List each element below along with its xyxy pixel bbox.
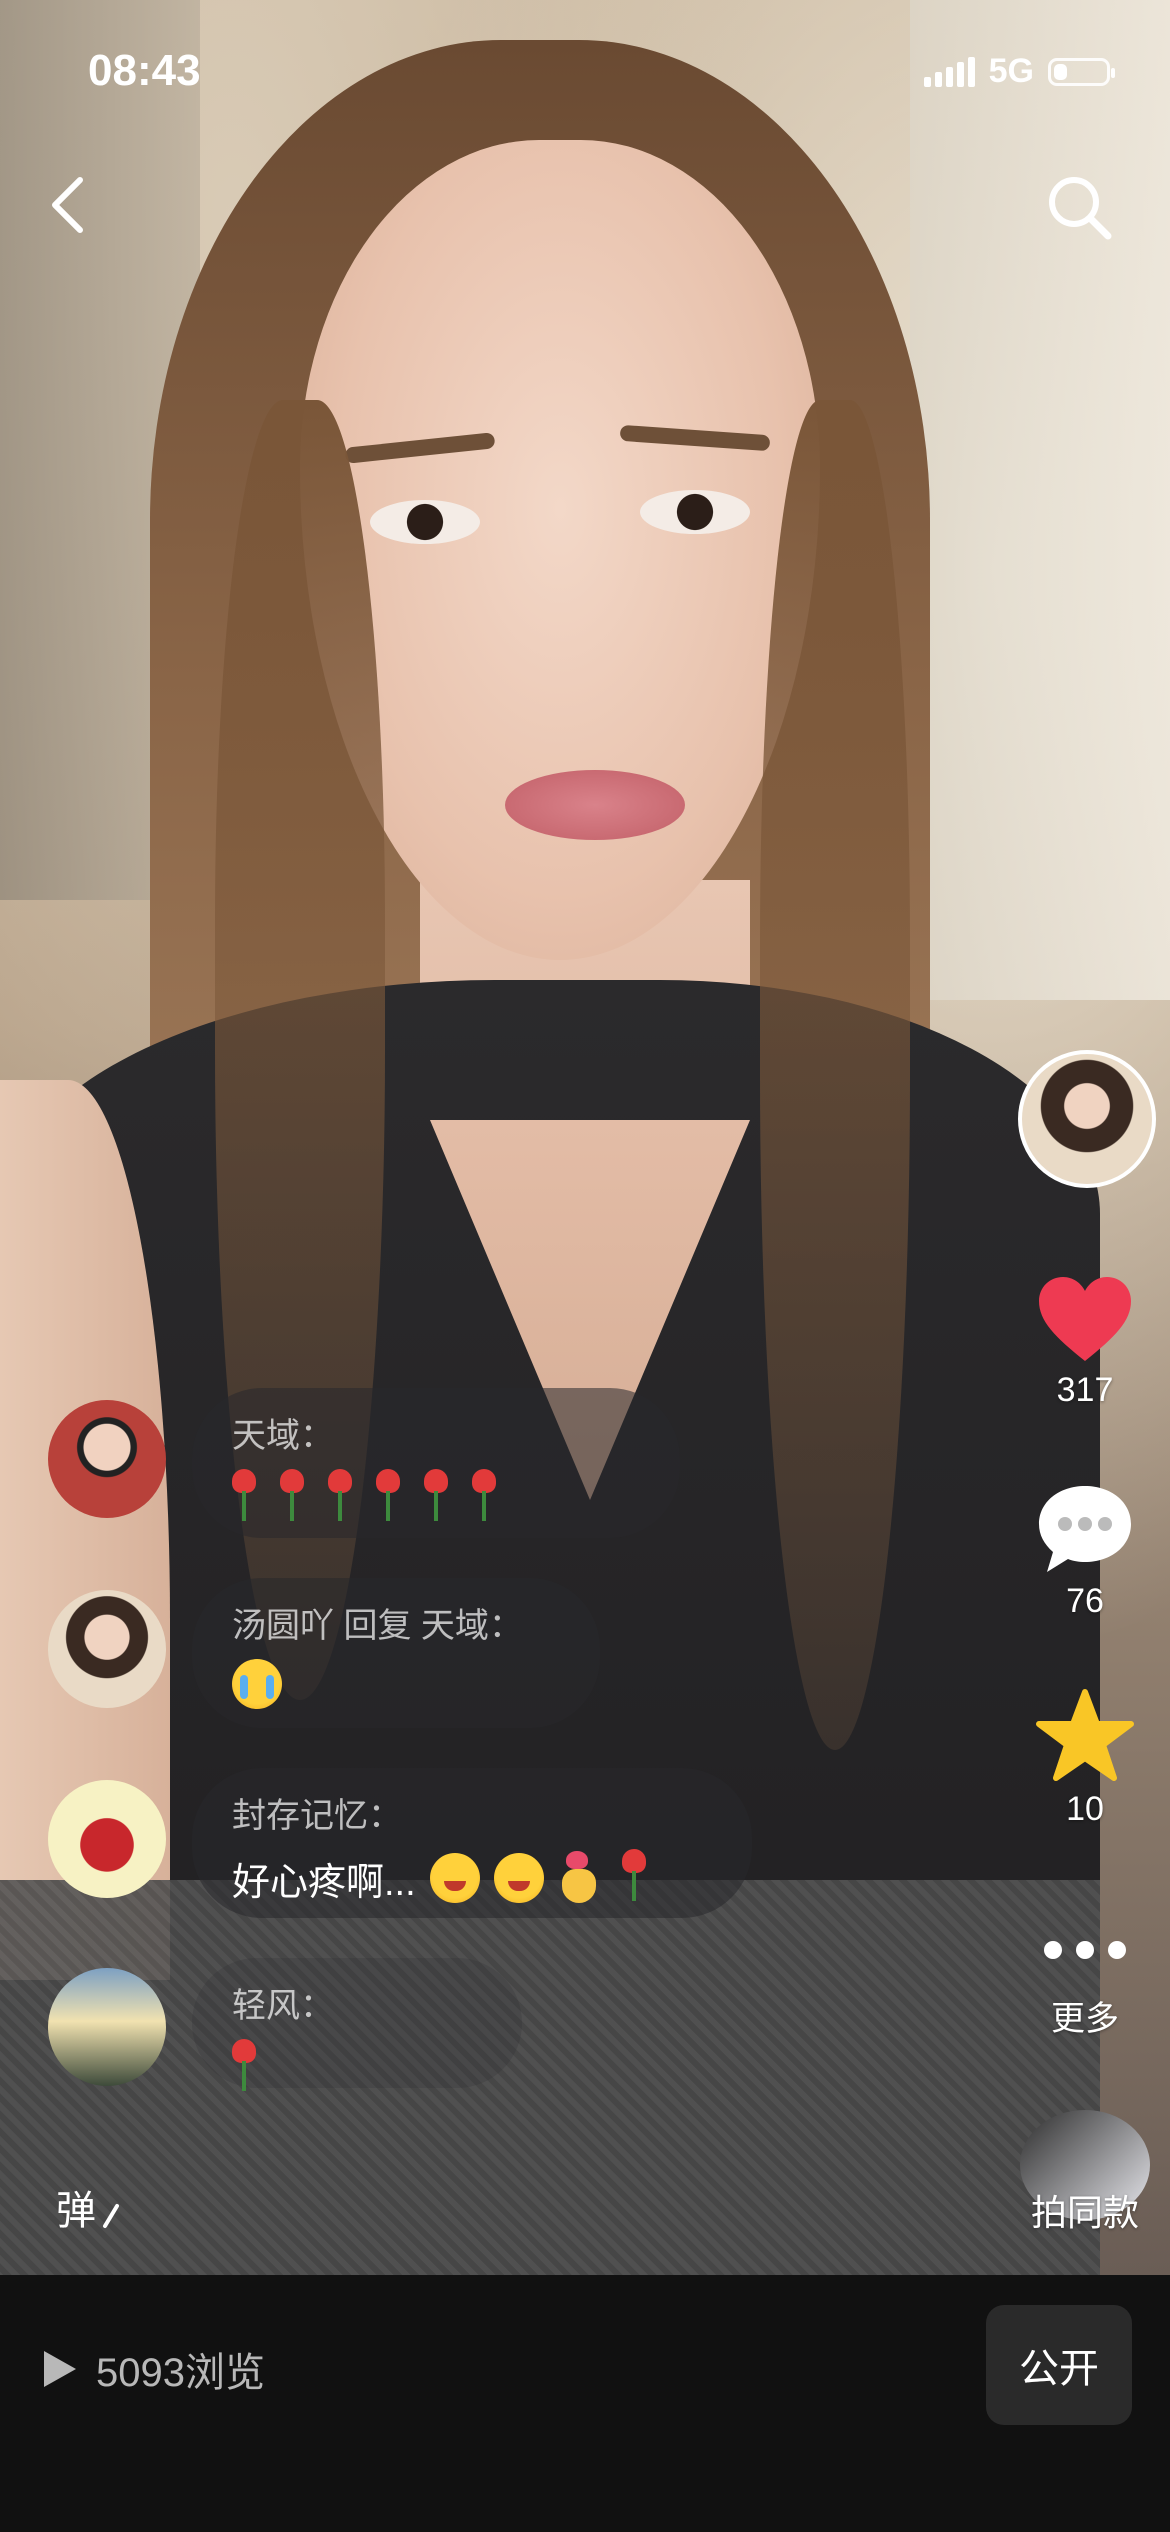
favorite-count: 10 <box>1066 1790 1104 1828</box>
same-style-button[interactable]: 拍同款 <box>1000 2110 1170 2236</box>
rose-emoji <box>274 1469 308 1527</box>
like-count: 317 <box>1056 1371 1114 1409</box>
comment-avatar[interactable] <box>48 1968 166 2086</box>
public-label: 公开 <box>1019 2347 1099 2391</box>
subject-hair-strand <box>760 400 910 1750</box>
danmu-toggle[interactable]: 弹 <box>56 2178 121 2236</box>
more-label: 更多 <box>1051 2000 1119 2038</box>
rose-emoji <box>226 1469 260 1527</box>
comment-avatar[interactable] <box>48 1400 166 1518</box>
comment-author: 天域： <box>232 1417 334 1455</box>
play-icon <box>44 2351 76 2387</box>
signal-icon <box>923 56 975 87</box>
rose-emoji <box>616 1849 650 1907</box>
status-time: 08:43 <box>88 46 201 95</box>
star-icon <box>1036 1689 1134 1781</box>
chevron-left-icon[interactable] <box>40 170 100 240</box>
comment-text: 好心疼啊... <box>232 1861 416 1904</box>
finger-heart-emoji <box>558 1851 602 1905</box>
rose-emoji <box>226 2039 260 2097</box>
crying-emoji <box>232 1659 282 1709</box>
pencil-icon <box>103 2204 120 2228</box>
author-avatar[interactable] <box>1018 1050 1156 1188</box>
comment-emojis <box>226 1469 632 1527</box>
more-dots-icon <box>1044 1941 1126 1959</box>
comment-content: 好心疼啊... <box>232 1849 704 1907</box>
video-frame[interactable] <box>0 0 1170 2275</box>
more-button[interactable]: 更多 <box>1000 1935 1170 2040</box>
wink-emoji <box>493 1853 544 1903</box>
comment-emojis <box>232 1659 552 1709</box>
subject-lips <box>505 770 685 840</box>
rose-emoji <box>466 1469 500 1527</box>
battery-icon <box>1048 57 1115 86</box>
background-window <box>910 0 1170 1000</box>
public-visibility-button[interactable]: 公开 <box>986 2305 1132 2425</box>
rose-emoji <box>370 1469 404 1527</box>
heart-icon <box>1039 1277 1131 1361</box>
subject-eye <box>370 500 480 544</box>
comment-author: 封存记忆： <box>232 1797 402 1835</box>
battery-level <box>1054 63 1067 80</box>
rose-emoji <box>418 1469 452 1527</box>
comment-avatar[interactable] <box>48 1590 166 1708</box>
comment-bubble[interactable]: 封存记忆： 好心疼啊... <box>192 1768 752 1918</box>
comment-bubble[interactable]: 轻风： <box>192 1958 522 2091</box>
network-label: 5G <box>988 52 1034 90</box>
comment-button[interactable]: 76 <box>1000 1480 1170 1621</box>
subject-skirt <box>0 1880 1100 2275</box>
comment-count: 76 <box>1066 1582 1104 1620</box>
comment-avatar[interactable] <box>48 1780 166 1898</box>
comment-emojis <box>226 2039 474 2097</box>
danmu-label: 弹 <box>56 2189 96 2233</box>
view-count-label: 5093浏览 <box>96 2351 265 2395</box>
comment-author: 轻风： <box>232 1987 334 2025</box>
subject-eye <box>640 490 750 534</box>
search-icon[interactable] <box>1040 168 1120 248</box>
favorite-button[interactable]: 10 <box>1000 1688 1170 1829</box>
comment-author: 汤圆吖 回复 天域： <box>232 1607 523 1645</box>
status-indicators: 5G <box>923 52 1115 91</box>
wink-emoji <box>429 1853 480 1903</box>
view-count: 5093浏览 <box>42 2340 265 2398</box>
rose-emoji <box>322 1469 356 1527</box>
same-style-label: 拍同款 <box>1030 2192 1139 2233</box>
comment-bubble[interactable]: 汤圆吖 回复 天域： <box>192 1578 600 1728</box>
comment-bubble[interactable]: 天域： <box>192 1388 680 1538</box>
like-button[interactable]: 317 <box>1000 1275 1170 1410</box>
comment-icon <box>1039 1486 1131 1572</box>
